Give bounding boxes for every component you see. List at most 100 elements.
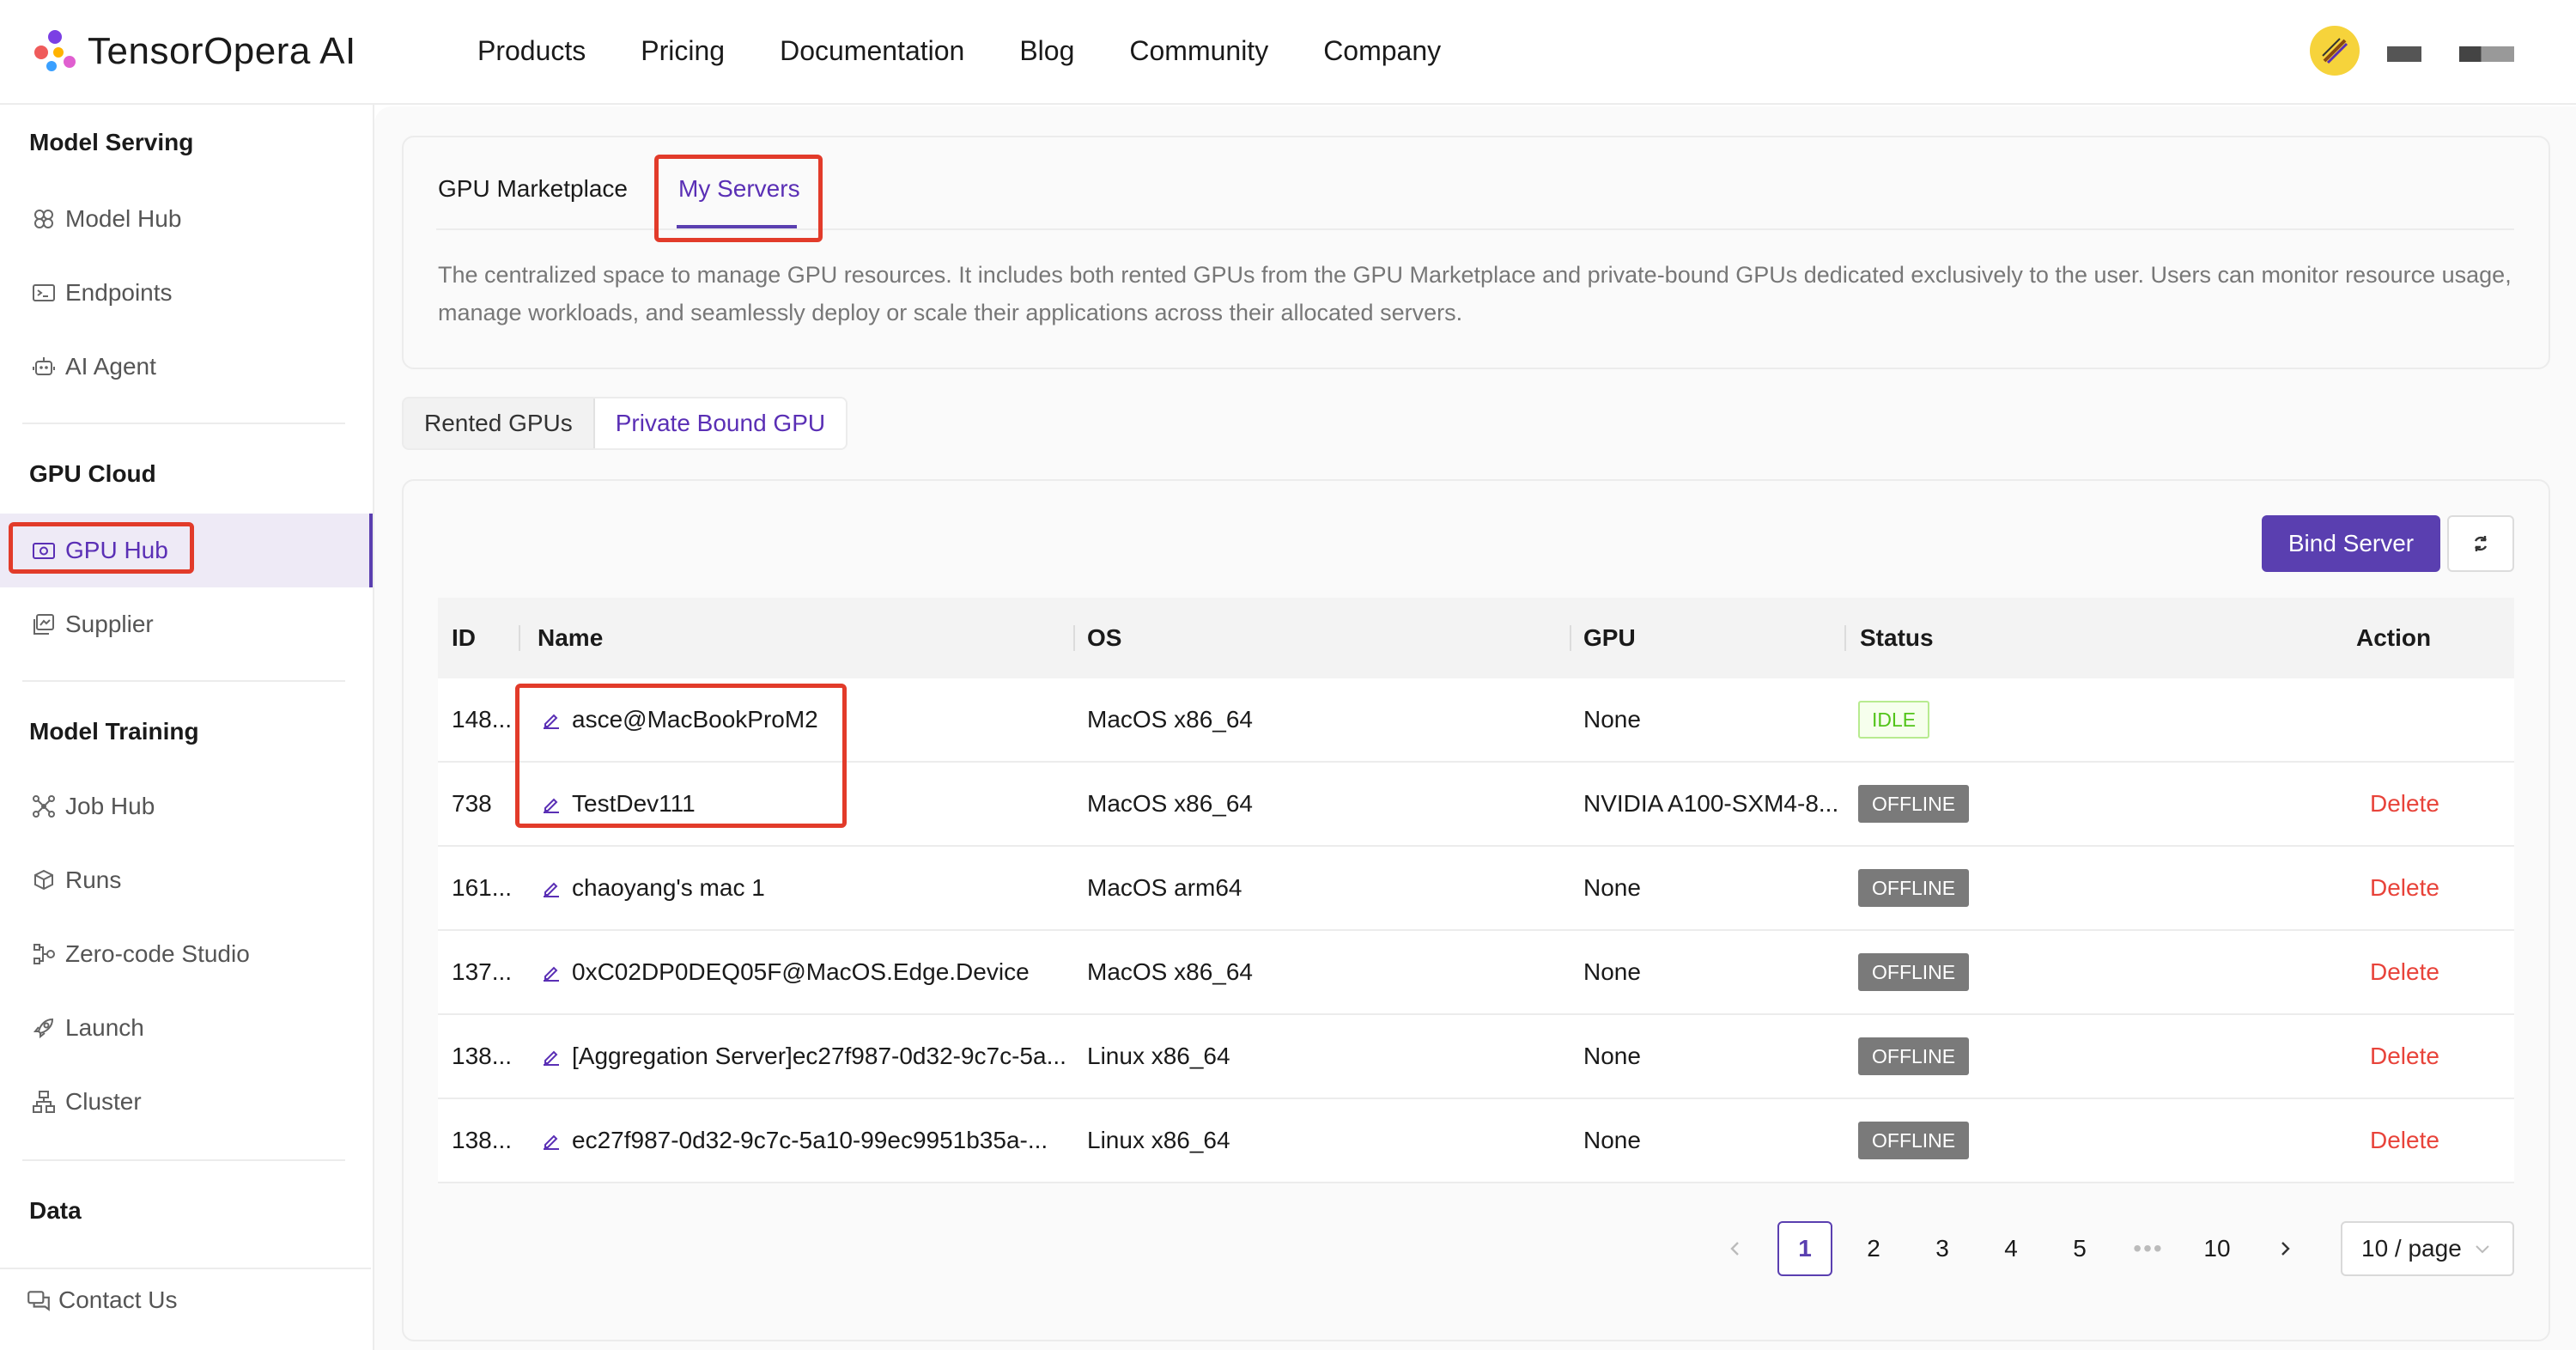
status-badge: OFFLINE — [1858, 785, 1970, 823]
model-hub-icon — [31, 206, 57, 232]
contact-us-link[interactable]: Contact Us — [26, 1286, 178, 1314]
table-header: ID Name OS GPU Status Action — [438, 598, 2514, 678]
pagination-page-3[interactable]: 3 — [1915, 1221, 1970, 1276]
pagination-page-2[interactable]: 2 — [1846, 1221, 1901, 1276]
main-nav: Products Pricing Documentation Blog Comm… — [477, 29, 1496, 72]
refresh-icon — [2474, 536, 2488, 551]
table-row: 161... chaoyang's mac 1 MacOS arm64 None… — [438, 847, 2514, 931]
top-navbar: TensorOpera AI Products Pricing Document… — [0, 0, 2576, 105]
nav-link-documentation[interactable]: Documentation — [780, 29, 964, 72]
edit-icon[interactable] — [541, 1130, 562, 1151]
pagination-page-5[interactable]: 5 — [2052, 1221, 2107, 1276]
chat-icon — [27, 1291, 50, 1311]
contact-us-label: Contact Us — [58, 1286, 178, 1313]
tab-gpu-marketplace[interactable]: GPU Marketplace — [438, 175, 628, 203]
nav-link-community[interactable]: Community — [1129, 29, 1268, 72]
edit-icon[interactable] — [541, 1046, 562, 1067]
refresh-button[interactable] — [2447, 515, 2514, 572]
sidebar-divider — [22, 1159, 345, 1161]
sidebar-item-zero-code-studio[interactable]: Zero-code Studio — [0, 917, 371, 991]
pagination-ellipsis[interactable]: ••• — [2121, 1221, 2176, 1276]
sidebar-item-label: Model Hub — [65, 205, 182, 232]
delete-button[interactable]: Delete — [2370, 763, 2439, 845]
sidebar-item-runs[interactable]: Runs — [0, 843, 371, 917]
sidebar-divider — [0, 1268, 371, 1269]
cell-os: MacOS x86_64 — [1087, 706, 1253, 733]
cell-gpu: None — [1583, 874, 1641, 901]
delete-button[interactable]: Delete — [2370, 1015, 2439, 1098]
sidebar-item-label: Launch — [65, 1014, 144, 1041]
sidebar-item-cluster[interactable]: Cluster — [0, 1065, 371, 1139]
sidebar-item-job-hub[interactable]: Job Hub — [0, 769, 371, 843]
gpu-type-segmented-control: Rented GPUs Private Bound GPU — [402, 397, 848, 450]
highlight-box-gpu-hub — [9, 522, 194, 574]
sidebar-item-label: Runs — [65, 867, 122, 893]
cell-gpu: None — [1583, 958, 1641, 985]
sidebar-divider — [22, 423, 345, 424]
column-separator — [1570, 625, 1571, 651]
nav-link-blog[interactable]: Blog — [1019, 29, 1074, 72]
column-header-name: Name — [538, 624, 604, 651]
pagination-next-button[interactable] — [2263, 1221, 2306, 1276]
flow-icon — [31, 941, 57, 967]
cell-name: ec27f987-0d32-9c7c-5a10-99ec9951b35a-... — [541, 1099, 1056, 1182]
sidebar-section-data: Data — [29, 1197, 82, 1224]
user-name-redacted — [2387, 46, 2421, 62]
edit-icon[interactable] — [541, 962, 562, 982]
status-badge: OFFLINE — [1858, 869, 1970, 907]
brand-logo[interactable]: TensorOpera AI — [34, 24, 356, 79]
table-row: 138... [Aggregation Server]ec27f987-0d32… — [438, 1015, 2514, 1099]
network-icon — [31, 794, 57, 819]
pagination-page-10[interactable]: 10 — [2190, 1221, 2245, 1276]
nav-link-products[interactable]: Products — [477, 29, 586, 72]
chevron-right-icon — [2281, 1242, 2290, 1256]
sidebar-divider — [22, 680, 345, 682]
cell-os: MacOS x86_64 — [1087, 958, 1253, 985]
cell-id: 137... — [452, 958, 513, 985]
column-header-id: ID — [452, 624, 476, 651]
sidebar-item-model-hub[interactable]: Model Hub — [0, 182, 371, 256]
delete-button[interactable]: Delete — [2370, 847, 2439, 929]
brand-name: TensorOpera AI — [88, 30, 356, 72]
pagination-prev-button[interactable] — [1714, 1221, 1757, 1276]
sidebar-item-label: Job Hub — [65, 793, 155, 819]
cell-name: [Aggregation Server]ec27f987-0d32-9c7c-5… — [541, 1015, 1073, 1098]
cell-os: MacOS arm64 — [1087, 874, 1242, 901]
pagination-page-1[interactable]: 1 — [1777, 1221, 1832, 1276]
page-description: The centralized space to manage GPU reso… — [438, 262, 2512, 325]
cell-os: MacOS x86_64 — [1087, 790, 1253, 817]
table-row: 138... ec27f987-0d32-9c7c-5a10-99ec9951b… — [438, 1099, 2514, 1183]
avatar[interactable] — [2310, 26, 2360, 76]
pagination-page-4[interactable]: 4 — [1984, 1221, 2038, 1276]
cell-gpu: None — [1583, 1043, 1641, 1069]
status-badge: IDLE — [1858, 701, 1930, 739]
subtab-rented-gpus[interactable]: Rented GPUs — [404, 398, 593, 448]
status-badge: OFFLINE — [1858, 1037, 1970, 1075]
delete-button[interactable]: Delete — [2370, 1099, 2439, 1182]
sidebar-item-ai-agent[interactable]: AI Agent — [0, 330, 371, 404]
sidebar-section-gpu-cloud: GPU Cloud — [29, 460, 156, 487]
nav-link-pricing[interactable]: Pricing — [641, 29, 725, 72]
sidebar-item-label: Cluster — [65, 1088, 142, 1115]
avatar-icon — [2322, 38, 2348, 64]
user-menu-redacted[interactable] — [2459, 46, 2514, 62]
chevron-left-icon — [1730, 1242, 1739, 1256]
column-separator — [1844, 625, 1846, 651]
column-separator — [519, 625, 520, 651]
cell-id: 138... — [452, 1043, 513, 1069]
subtab-private-bound-gpu[interactable]: Private Bound GPU — [592, 398, 847, 448]
rocket-icon — [31, 1015, 57, 1041]
server-name: 0xC02DP0DEQ05F@MacOS.Edge.Device — [572, 958, 1030, 985]
delete-button[interactable]: Delete — [2370, 931, 2439, 1013]
logo-icon — [34, 28, 81, 75]
cell-gpu: None — [1583, 1127, 1641, 1153]
page-size-select[interactable]: 10 / page — [2341, 1221, 2514, 1276]
edit-icon[interactable] — [541, 878, 562, 898]
sidebar-item-supplier[interactable]: Supplier — [0, 587, 371, 661]
server-name: [Aggregation Server]ec27f987-0d32-9c7c-5… — [572, 1043, 1066, 1069]
bind-server-button[interactable]: Bind Server — [2262, 515, 2440, 572]
sidebar-item-label: Endpoints — [65, 279, 173, 306]
sidebar-item-launch[interactable]: Launch — [0, 991, 371, 1065]
sidebar-item-endpoints[interactable]: Endpoints — [0, 256, 371, 330]
nav-link-company[interactable]: Company — [1323, 29, 1441, 72]
